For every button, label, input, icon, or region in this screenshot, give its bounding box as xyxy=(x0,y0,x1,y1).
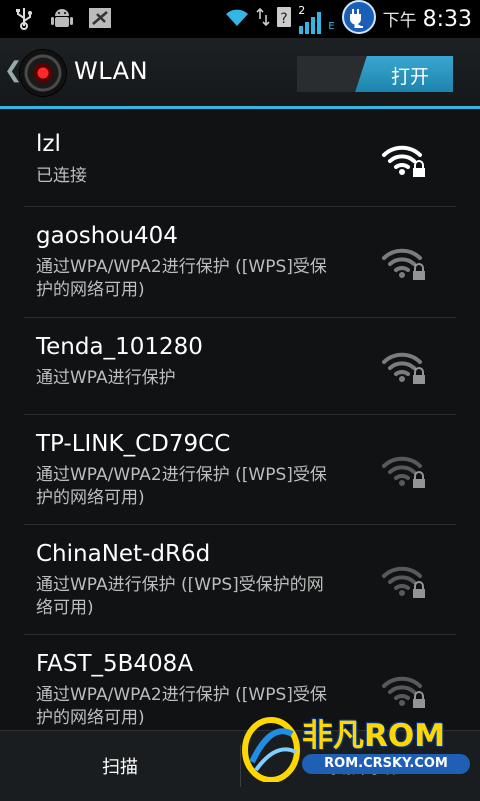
status-bar: ? 2 E 下午 8:33 xyxy=(0,0,480,38)
network-item[interactable]: TP-LINK_CD79CC 通过WPA/WPA2进行保护 ([WPS]受保护的网… xyxy=(24,415,456,525)
network-list: lzl 已连接 gaoshou404 通过WPA/WPA2进行保护 ([WPS]受保护… xyxy=(0,109,480,745)
network-ssid: lzl xyxy=(36,131,61,157)
network-item[interactable]: Tenda_101280 通过WPA进行保护 xyxy=(24,318,456,415)
network-ssid: gaoshou404 xyxy=(36,223,178,249)
settings-app-icon[interactable] xyxy=(20,50,66,96)
network-item[interactable]: gaoshou404 通过WPA/WPA2进行保护 ([WPS]受保护的网络可用) xyxy=(24,207,456,318)
clock-ampm: 下午 xyxy=(382,11,417,31)
network-item[interactable]: ChinaNet-dR6d 通过WPA进行保护 ([WPS]受保护的网络可用) xyxy=(24,525,456,635)
toggle-label: 打开 xyxy=(391,66,430,88)
watermark-emblem-icon xyxy=(242,717,300,782)
wifi-signal-lock-icon xyxy=(382,566,425,598)
wifi-signal-lock-icon xyxy=(382,352,425,384)
network-item[interactable]: lzl 已连接 xyxy=(24,109,456,207)
network-ssid: ChinaNet-dR6d xyxy=(36,541,211,567)
wifi-signal-lock-icon xyxy=(382,248,425,280)
network-ssid: FAST_5B408A xyxy=(36,651,194,677)
watermark-brand: 非凡ROM xyxy=(302,718,446,754)
wifi-icon xyxy=(224,6,250,32)
wifi-signal-lock-icon xyxy=(382,676,425,708)
charging-icon xyxy=(341,0,377,39)
watermark-logo: 非凡ROM ROM.CRSKY.COM xyxy=(236,706,476,788)
signal-group: 2 xyxy=(298,4,322,34)
page-title: WLAN xyxy=(74,57,149,85)
network-status: 通过WPA/WPA2进行保护 ([WPS]受保护的网络可用) xyxy=(36,465,327,508)
android-debug-icon xyxy=(50,6,74,30)
unknown-sim-icon: ? xyxy=(276,5,292,33)
no-sim-icon xyxy=(88,6,112,30)
wifi-signal-lock-icon xyxy=(382,456,425,488)
usb-icon xyxy=(12,6,36,30)
wlan-toggle[interactable]: 打开 xyxy=(297,56,453,92)
watermark-url: ROM.CRSKY.COM xyxy=(302,754,470,774)
scan-button[interactable]: 扫描 xyxy=(0,731,240,801)
clock-time: 8:33 xyxy=(422,7,472,32)
wifi-signal-lock-icon xyxy=(382,145,425,177)
clock: 下午 8:33 xyxy=(383,6,472,32)
network-status: 通过WPA进行保护 xyxy=(36,368,176,388)
sim-slot-number: 2 xyxy=(298,4,306,17)
network-ssid: Tenda_101280 xyxy=(36,334,203,360)
network-ssid: TP-LINK_CD79CC xyxy=(36,431,231,457)
action-bar: ❮ WLAN 打开 xyxy=(0,38,480,109)
svg-text:?: ? xyxy=(281,11,288,27)
network-status: 通过WPA进行保护 ([WPS]受保护的网络可用) xyxy=(36,575,324,618)
data-arrows-icon xyxy=(256,7,270,31)
network-type: E xyxy=(328,21,335,32)
network-status: 通过WPA/WPA2进行保护 ([WPS]受保护的网络可用) xyxy=(36,257,327,300)
network-status: 已连接 xyxy=(36,166,87,186)
